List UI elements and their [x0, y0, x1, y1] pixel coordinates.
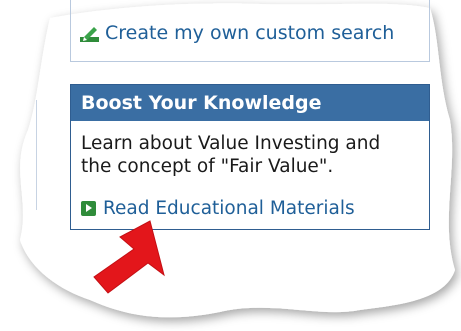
pencil-icon: [80, 26, 99, 42]
boost-knowledge-description: Learn about Value Investing and the conc…: [81, 133, 381, 177]
left-edge-line: [36, 100, 37, 210]
green-arrow-icon: [81, 201, 96, 216]
boost-knowledge-title: Boost Your Knowledge: [71, 85, 429, 121]
red-pointer-arrow-icon: [93, 220, 165, 294]
boost-knowledge-box: Boost Your Knowledge Learn about Value I…: [70, 84, 430, 230]
create-custom-search-label[interactable]: Create my own custom search: [105, 22, 394, 44]
create-custom-search-link[interactable]: Create my own custom search: [80, 22, 394, 44]
